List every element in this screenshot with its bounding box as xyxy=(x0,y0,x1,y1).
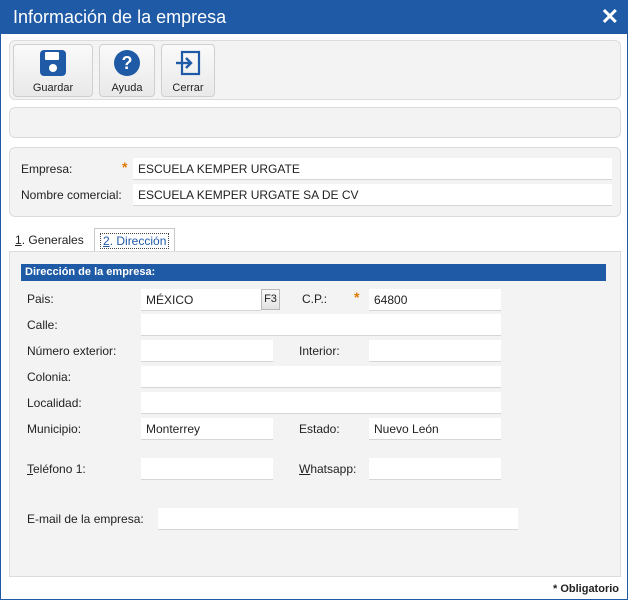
required-note: * Obligatorio xyxy=(553,583,619,595)
localidad-label: Localidad: xyxy=(27,396,82,410)
cp-label: C.P.: xyxy=(302,292,328,306)
direccion-panel: Dirección de la empresa: Pais: MÉXICO F3… xyxy=(9,251,621,577)
colonia-field[interactable] xyxy=(141,366,501,388)
close-button[interactable]: Cerrar xyxy=(161,44,215,97)
empresa-field[interactable]: ESCUELA KEMPER URGATE xyxy=(133,158,612,180)
tab-direccion-label: . Dirección xyxy=(109,234,167,248)
telefono-label: Teléfono 1: xyxy=(27,462,86,476)
cp-required-star: * xyxy=(354,289,360,305)
close-button-label: Cerrar xyxy=(172,82,204,94)
exit-icon xyxy=(176,50,201,76)
numero-exterior-field[interactable] xyxy=(141,340,273,362)
toolbar: Guardar ? Ayuda Cerrar xyxy=(9,40,621,100)
tab-direccion[interactable]: 2. Dirección xyxy=(94,228,176,251)
estado-field[interactable]: Nuevo León xyxy=(369,418,501,440)
telefono-label-text: eléfono 1: xyxy=(33,462,86,476)
company-info-dialog: Información de la empresa ✕ Guardar ? Ay… xyxy=(0,0,628,600)
nombre-comercial-label: Nombre comercial: xyxy=(21,188,122,202)
dialog-title: Información de la empresa xyxy=(13,7,227,27)
company-panel: Empresa: * ESCUELA KEMPER URGATE Nombre … xyxy=(9,147,621,217)
f3-lookup-button[interactable]: F3 xyxy=(261,289,280,310)
municipio-label: Municipio: xyxy=(27,422,82,436)
whatsapp-field[interactable] xyxy=(369,458,501,480)
title-bar[interactable]: Información de la empresa ✕ xyxy=(1,1,627,34)
save-button[interactable]: Guardar xyxy=(13,44,93,97)
cp-field[interactable]: 64800 xyxy=(369,289,501,311)
section-header: Dirección de la empresa: xyxy=(21,264,606,281)
email-field[interactable] xyxy=(158,508,518,530)
pais-label: Pais: xyxy=(27,292,54,306)
save-icon xyxy=(40,50,66,76)
estado-label: Estado: xyxy=(299,422,340,436)
whatsapp-label-text: hatsapp: xyxy=(310,462,357,476)
tab-generales[interactable]: 1. Generales xyxy=(10,228,89,251)
help-button-label: Ayuda xyxy=(111,82,143,94)
tab-generales-mnemonic: 1 xyxy=(15,233,22,247)
colonia-label: Colonia: xyxy=(27,370,72,384)
whatsapp-label: Whatsapp: xyxy=(299,462,356,476)
svg-text:?: ? xyxy=(122,53,133,73)
pais-field[interactable]: MÉXICO xyxy=(141,289,261,311)
whatsapp-label-mnemonic: W xyxy=(299,462,311,476)
calle-label: Calle: xyxy=(27,318,58,332)
message-strip xyxy=(9,107,621,138)
interior-label: Interior: xyxy=(299,344,340,358)
help-button[interactable]: ? Ayuda xyxy=(99,44,155,97)
email-label: E-mail de la empresa: xyxy=(27,512,144,526)
interior-field[interactable] xyxy=(369,340,501,362)
question-icon: ? xyxy=(114,50,140,76)
save-button-label: Guardar xyxy=(32,82,74,94)
calle-field[interactable] xyxy=(141,314,501,336)
telefono-field[interactable] xyxy=(141,458,273,480)
numero-exterior-label: Número exterior: xyxy=(27,344,117,358)
close-icon[interactable]: ✕ xyxy=(601,4,619,30)
tab-generales-label: . Generales xyxy=(21,233,84,247)
localidad-field[interactable] xyxy=(141,392,501,414)
nombre-comercial-field[interactable]: ESCUELA KEMPER URGATE SA DE CV xyxy=(133,184,612,206)
empresa-label: Empresa: xyxy=(21,162,73,176)
required-star: * xyxy=(122,159,128,175)
municipio-field[interactable]: Monterrey xyxy=(141,418,273,440)
tab-direccion-mnemonic: 2 xyxy=(103,234,110,248)
